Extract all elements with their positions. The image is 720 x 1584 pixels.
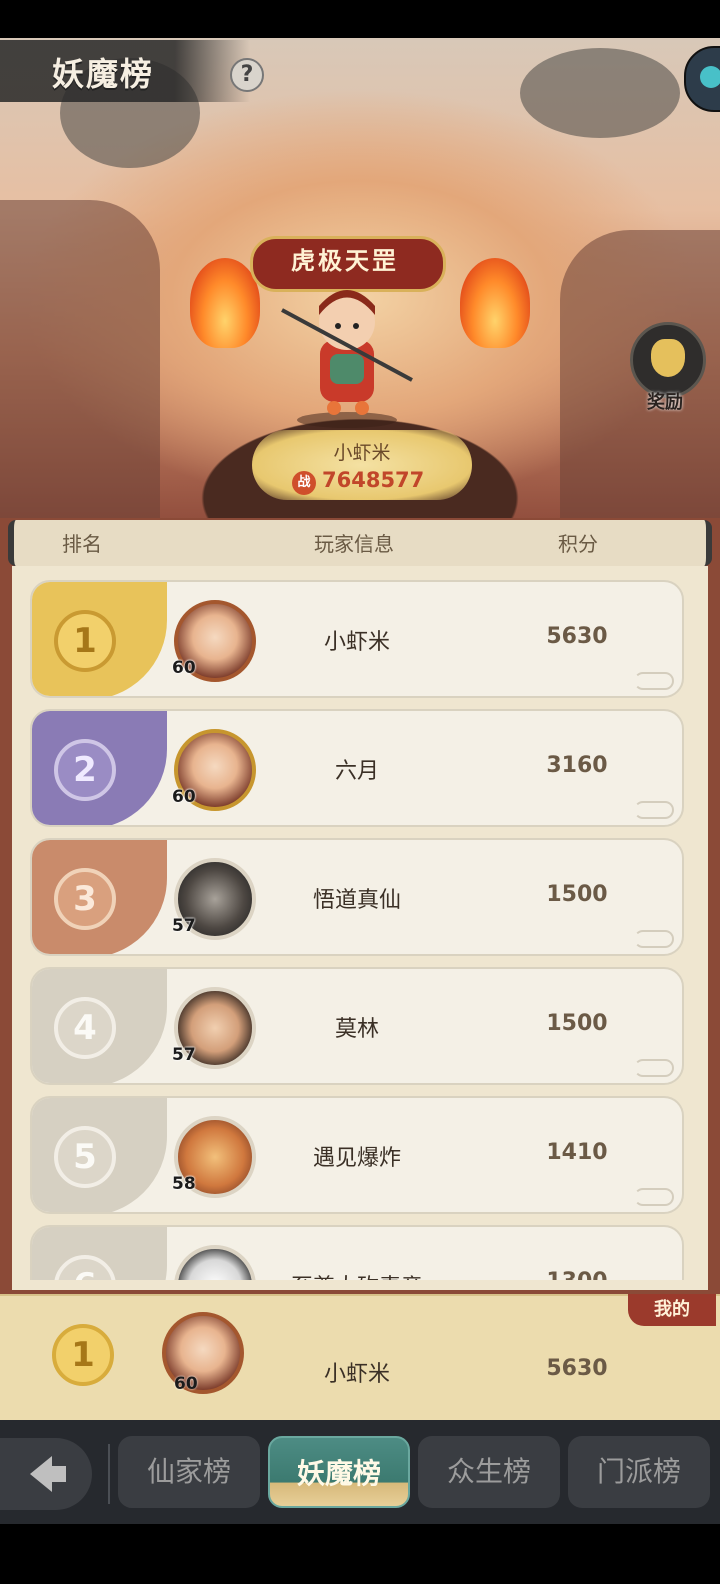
table-row[interactable]: 4 57 莫林 1500 [30, 967, 684, 1085]
cloud-decoration [634, 1188, 674, 1206]
player-score: 1500 [546, 882, 608, 907]
player-score: 3160 [546, 753, 608, 778]
table-row[interactable]: 5 58 遇见爆炸 1410 [30, 1096, 684, 1214]
page-title: 妖魔榜 [52, 55, 155, 93]
player-score: 1300 [502, 1269, 652, 1280]
rank-medal-bronze: 3 [54, 868, 116, 930]
player-name: 莫林 [334, 1017, 379, 1042]
my-score: 5630 [546, 1356, 608, 1381]
power-flame-icon: 战 [292, 471, 316, 495]
tab-xianjia[interactable]: 仙家榜 [118, 1436, 260, 1508]
tab-yaomo[interactable]: 妖魔榜 [268, 1436, 410, 1508]
tab-menpai[interactable]: 门派榜 [568, 1436, 710, 1508]
question-icon[interactable]: ? [230, 58, 264, 92]
player-level: 60 [172, 658, 196, 678]
my-rank-tag: 我的 [628, 1294, 716, 1326]
tree-right [520, 48, 680, 138]
player-name: 至尊大砍毒竟 [262, 1269, 452, 1280]
player-level: 57 [172, 1045, 196, 1065]
cloud-decoration [634, 930, 674, 948]
rank-medal-silver: 2 [54, 739, 116, 801]
rank-medal: 4 [54, 997, 116, 1059]
player-level: 58 [172, 1174, 196, 1194]
back-arrow-icon-stem [48, 1466, 66, 1482]
header-rank: 排名 [62, 532, 102, 556]
player-name: 六月 [334, 759, 379, 784]
player-score: 1410 [546, 1140, 608, 1165]
rank-medal-gold: 1 [54, 610, 116, 672]
cloud-decoration [634, 672, 674, 690]
ranking-list[interactable]: 1 60 小虾米 5630 2 60 六月 3160 3 57 悟道真仙 150… [12, 566, 708, 1280]
champion-name: 小虾米 [333, 442, 391, 464]
my-rank-medal: 1 [52, 1324, 114, 1386]
tab-zhongsheng[interactable]: 众生榜 [418, 1436, 560, 1508]
fire-right [460, 258, 530, 348]
rank-medal: 5 [54, 1126, 116, 1188]
mountain-left [0, 200, 160, 530]
header-player-info: 玩家信息 [314, 532, 394, 556]
tab-divider [108, 1444, 110, 1504]
header-score: 积分 [558, 532, 598, 556]
system-nav-bar [0, 1524, 720, 1584]
player-score: 1500 [546, 1011, 608, 1036]
cloud-decoration [634, 801, 674, 819]
cloud-decoration [634, 1059, 674, 1077]
reward-label[interactable]: 奖励 [630, 388, 700, 414]
my-level: 60 [174, 1374, 198, 1394]
my-name: 小虾米 [323, 1362, 390, 1387]
player-level: 60 [172, 787, 196, 807]
champion-power: 7648577 [322, 468, 425, 492]
status-bar [0, 0, 720, 38]
player-name: 小虾米 [323, 630, 390, 655]
avatar [174, 1245, 256, 1280]
player-level: 57 [172, 916, 196, 936]
player-name: 遇见爆炸 [312, 1146, 401, 1171]
table-row[interactable]: 6 至尊大砍毒竟 1300 [30, 1225, 684, 1280]
reward-bag-icon[interactable] [630, 322, 706, 398]
table-row[interactable]: 3 57 悟道真仙 1500 [30, 838, 684, 956]
player-score: 5630 [546, 624, 608, 649]
table-row[interactable]: 2 60 六月 3160 [30, 709, 684, 827]
table-row[interactable]: 1 60 小虾米 5630 [30, 580, 684, 698]
player-name: 悟道真仙 [312, 888, 401, 913]
champion-character [281, 290, 413, 428]
